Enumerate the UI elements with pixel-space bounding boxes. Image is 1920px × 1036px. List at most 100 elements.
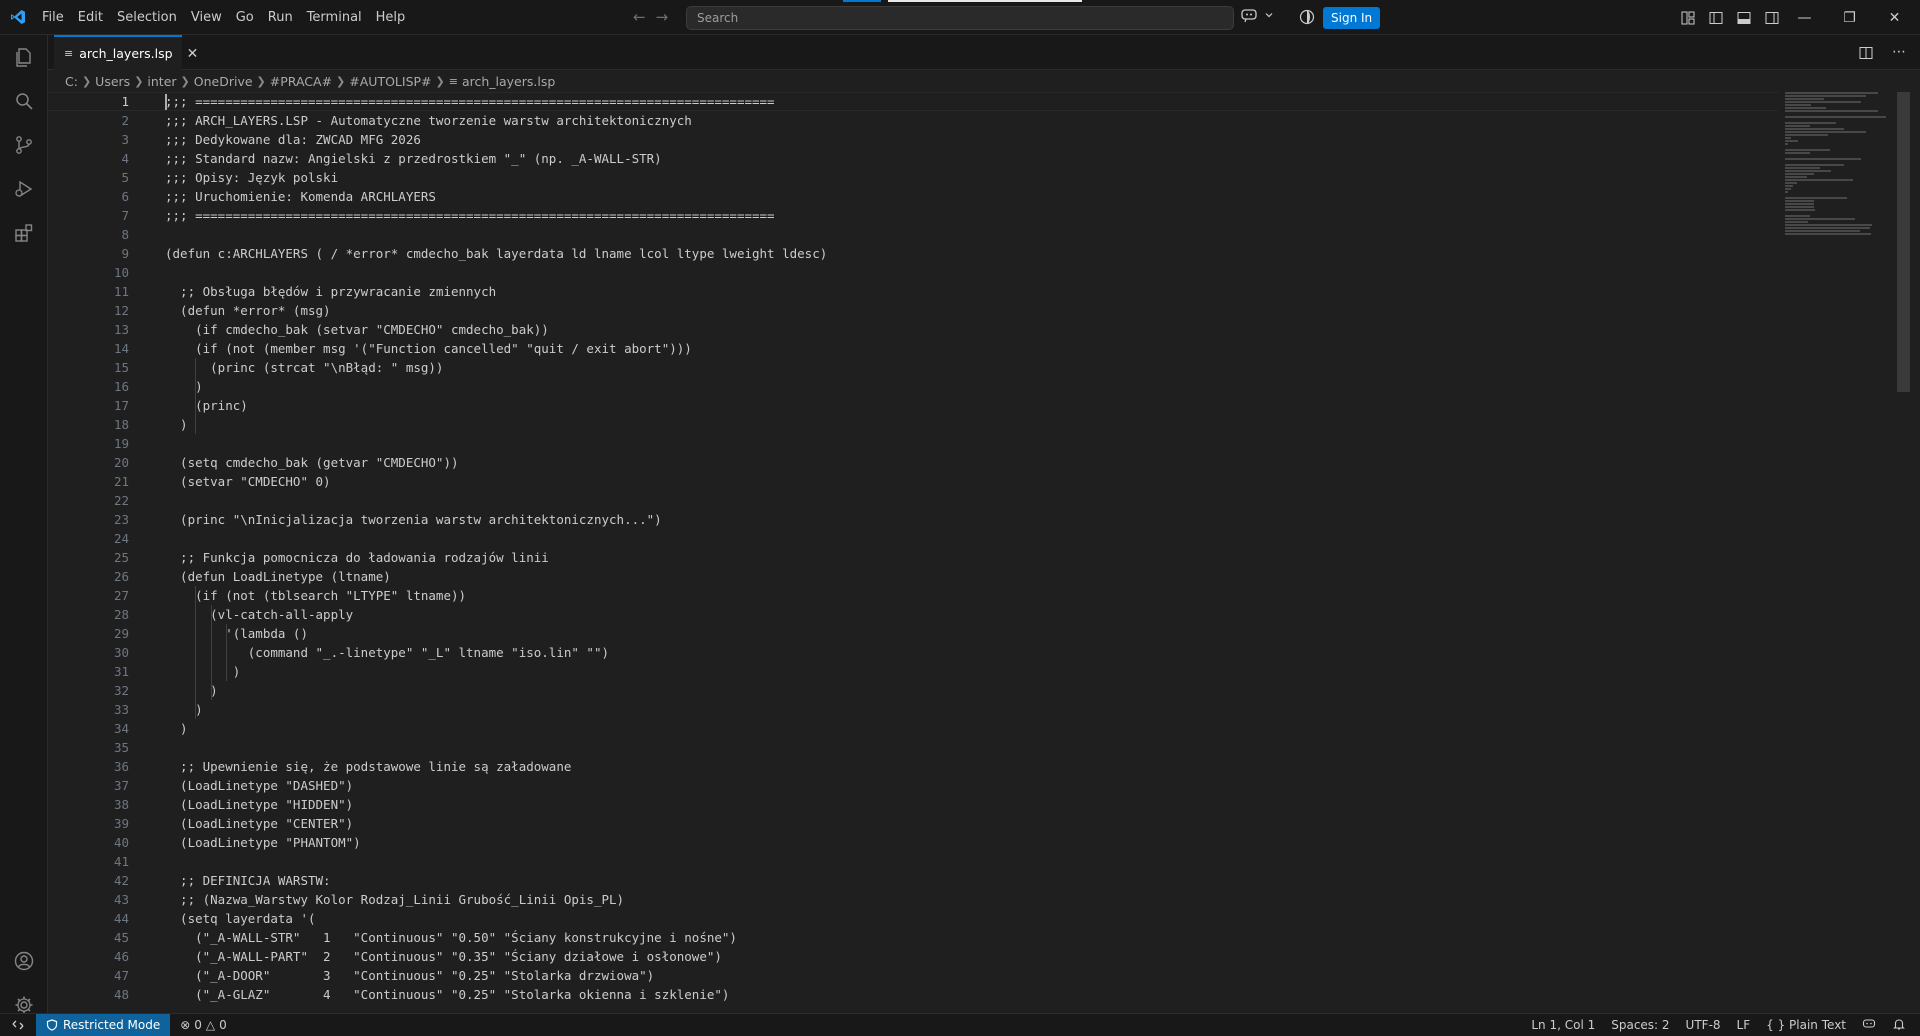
code-line[interactable]: ) [165, 415, 1765, 434]
code-line[interactable]: ) [165, 700, 1765, 719]
end-of-line[interactable]: LF [1737, 1018, 1751, 1032]
forward-arrow-icon[interactable]: → [656, 8, 669, 26]
code-line[interactable]: (setq layerdata '( [165, 909, 1765, 928]
code-line[interactable]: '(lambda () [165, 624, 1765, 643]
breadcrumb-item[interactable]: C: [65, 74, 78, 89]
code-line[interactable] [165, 491, 1765, 510]
breadcrumb-file[interactable]: arch_layers.lsp [462, 74, 555, 89]
code-line[interactable]: ;;; Uruchomienie: Komenda ARCHLAYERS [165, 187, 1765, 206]
globe-icon[interactable] [1299, 9, 1315, 28]
code-line[interactable] [165, 738, 1765, 757]
code-line[interactable]: ;;; ARCH_LAYERS.LSP - Automatyczne tworz… [165, 111, 1765, 130]
search-icon[interactable] [0, 79, 48, 123]
indentation[interactable]: Spaces: 2 [1611, 1018, 1669, 1032]
menu-run[interactable]: Run [261, 0, 300, 35]
menu-go[interactable]: Go [229, 0, 261, 35]
code-line[interactable]: ;; Obsługa błędów i przywracanie zmienny… [165, 282, 1765, 301]
code-line[interactable]: ;;; Opisy: Język polski [165, 168, 1765, 187]
code-line[interactable]: (princ (strcat "\nBłąd: " msg)) [165, 358, 1765, 377]
code-line[interactable] [165, 529, 1765, 548]
breadcrumb-item[interactable]: inter [147, 74, 176, 89]
code-line[interactable]: (defun LoadLinetype (ltname) [165, 567, 1765, 586]
code-line[interactable]: (LoadLinetype "HIDDEN") [165, 795, 1765, 814]
breadcrumb-item[interactable]: OneDrive [194, 74, 253, 89]
split-editor-icon[interactable] [1858, 45, 1874, 61]
toggle-panel-icon[interactable] [1736, 10, 1752, 26]
code-line[interactable]: ("_A-GLAZ" 4 "Continuous" "0.25" "Stolar… [165, 985, 1765, 1004]
code-line[interactable]: ;;; Dedykowane dla: ZWCAD MFG 2026 [165, 130, 1765, 149]
code-line[interactable]: (princ) [165, 396, 1765, 415]
breadcrumb-item[interactable]: #AUTOLISP# [349, 74, 431, 89]
restore-icon[interactable]: ❐ [1827, 0, 1872, 35]
command-center-search[interactable]: Search [686, 6, 1234, 30]
code-content[interactable]: ;;; ====================================… [165, 92, 1765, 1004]
tab-arch-layers[interactable]: ≡ arch_layers.lsp ✕ [54, 35, 198, 70]
code-line[interactable]: ) [165, 681, 1765, 700]
code-line[interactable]: ;;; ====================================… [165, 206, 1765, 225]
menu-help[interactable]: Help [369, 0, 413, 35]
encoding[interactable]: UTF-8 [1686, 1018, 1721, 1032]
code-line[interactable] [165, 263, 1765, 282]
code-line[interactable]: (setvar "CMDECHO" 0) [165, 472, 1765, 491]
back-arrow-icon[interactable]: ← [633, 8, 646, 26]
code-line[interactable]: (LoadLinetype "CENTER") [165, 814, 1765, 833]
code-line[interactable]: ;; Upewnienie się, że podstawowe linie s… [165, 757, 1765, 776]
code-line[interactable]: ("_A-DOOR" 3 "Continuous" "0.25" "Stolar… [165, 966, 1765, 985]
customize-layout-icon[interactable] [1680, 10, 1696, 26]
minimize-icon[interactable]: — [1782, 0, 1827, 35]
menu-selection[interactable]: Selection [110, 0, 184, 35]
sign-in-button[interactable]: Sign In [1323, 7, 1381, 29]
code-line[interactable] [165, 225, 1765, 244]
run-debug-icon[interactable] [0, 167, 48, 211]
code-line[interactable] [165, 434, 1765, 453]
code-line[interactable]: (if (not (member msg '("Function cancell… [165, 339, 1765, 358]
menu-edit[interactable]: Edit [71, 0, 110, 35]
code-line[interactable]: ) [165, 719, 1765, 738]
minimap[interactable] [1785, 92, 1895, 292]
code-line[interactable]: (command "_.-linetype" "_L" ltname "iso.… [165, 643, 1765, 662]
close-window-icon[interactable]: ✕ [1872, 0, 1917, 35]
explorer-icon[interactable] [0, 35, 48, 79]
code-line[interactable]: ;; DEFINICJA WARSTW: [165, 871, 1765, 890]
cursor-position[interactable]: Ln 1, Col 1 [1531, 1018, 1595, 1032]
code-line[interactable]: ;;; ====================================… [165, 92, 1765, 111]
code-line[interactable]: (defun c:ARCHLAYERS ( / *error* cmdecho_… [165, 244, 1765, 263]
source-control-icon[interactable] [0, 123, 48, 167]
code-editor[interactable]: 1 2 3 4 5 6 7 8 9 10 11 12 13 14 15 16 17 18 19 20 21 22 23 24 2… [48, 92, 1920, 1005]
extensions-icon[interactable] [0, 211, 48, 255]
remote-icon[interactable] [0, 1014, 36, 1036]
code-line[interactable]: (if (not (tblsearch "LTYPE" ltname)) [165, 586, 1765, 605]
close-icon[interactable]: ✕ [187, 46, 199, 62]
code-line[interactable]: ("_A-WALL-STR" 1 "Continuous" "0.50" "Śc… [165, 928, 1765, 947]
code-line[interactable]: (LoadLinetype "DASHED") [165, 776, 1765, 795]
code-line[interactable]: (defun *error* (msg) [165, 301, 1765, 320]
breadcrumb-item[interactable]: Users [95, 74, 130, 89]
code-line[interactable]: (princ "\nInicjalizacja tworzenia warstw… [165, 510, 1765, 529]
code-line[interactable]: ) [165, 377, 1765, 396]
code-line[interactable]: (setq cmdecho_bak (getvar "CMDECHO")) [165, 453, 1765, 472]
code-line[interactable] [165, 852, 1765, 871]
code-line[interactable]: ("_A-WALL-PART" 2 "Continuous" "0.35" "Ś… [165, 947, 1765, 966]
notifications-bell-icon[interactable] [1892, 1017, 1906, 1034]
code-line[interactable]: ;; (Nazwa_Warstwy Kolor Rodzaj_Linii Gru… [165, 890, 1765, 909]
language-mode[interactable]: { } Plain Text [1766, 1018, 1846, 1032]
more-actions-icon[interactable]: ⋯ [1892, 45, 1906, 61]
breadcrumb-item[interactable]: #PRACA# [270, 74, 332, 89]
scrollbar-thumb[interactable] [1897, 92, 1910, 392]
code-line[interactable]: ;;; Standard nazw: Angielski z przedrost… [165, 149, 1765, 168]
code-line[interactable]: (LoadLinetype "PHANTOM") [165, 833, 1765, 852]
code-line[interactable]: ;; Funkcja pomocnicza do ładowania rodza… [165, 548, 1765, 567]
problems-indicator[interactable]: ⊗ 0 △ 0 [170, 1018, 227, 1032]
accounts-icon[interactable] [0, 939, 48, 983]
toggle-secondary-sidebar-icon[interactable] [1764, 10, 1780, 26]
menu-file[interactable]: File [35, 0, 71, 35]
toggle-primary-sidebar-icon[interactable] [1708, 10, 1724, 26]
copilot-status-icon[interactable] [1862, 1017, 1876, 1034]
code-line[interactable]: (if cmdecho_bak (setvar "CMDECHO" cmdech… [165, 320, 1765, 339]
menu-terminal[interactable]: Terminal [300, 0, 369, 35]
copilot-button[interactable] [1240, 7, 1274, 23]
code-line[interactable]: (vl-catch-all-apply [165, 605, 1765, 624]
code-line[interactable]: ) [165, 662, 1765, 681]
menu-view[interactable]: View [184, 0, 229, 35]
restricted-mode-button[interactable]: Restricted Mode [36, 1014, 171, 1036]
